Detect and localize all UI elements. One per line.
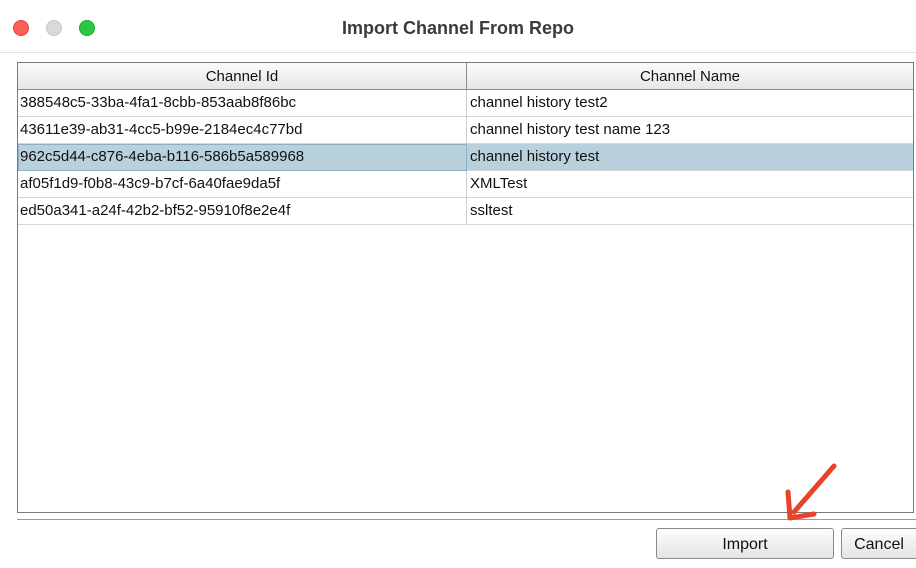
table-body: 388548c5-33ba-4fa1-8cbb-853aab8f86bc cha…	[18, 90, 913, 225]
cancel-button[interactable]: Cancel	[841, 528, 916, 559]
import-button[interactable]: Import	[656, 528, 834, 559]
channel-id-cell[interactable]: ed50a341-a24f-42b2-bf52-95910f8e2e4f	[18, 198, 467, 225]
column-header-channel-name[interactable]: Channel Name	[467, 63, 913, 90]
channel-name-cell[interactable]: ssltest	[467, 198, 913, 225]
channel-name-cell[interactable]: channel history test name 123	[467, 117, 913, 144]
table-row[interactable]: 43611e39-ab31-4cc5-b99e-2184ec4c77bd cha…	[18, 117, 913, 144]
channel-id-cell[interactable]: 962c5d44-c876-4eba-b116-586b5a589968	[18, 144, 467, 171]
table-row-selected[interactable]: 962c5d44-c876-4eba-b116-586b5a589968 cha…	[18, 144, 913, 171]
table-row[interactable]: 388548c5-33ba-4fa1-8cbb-853aab8f86bc cha…	[18, 90, 913, 117]
window-title: Import Channel From Repo	[341, 18, 574, 38]
channels-table: Channel Id Channel Name 388548c5-33ba-4f…	[17, 62, 914, 513]
channel-id-cell[interactable]: 43611e39-ab31-4cc5-b99e-2184ec4c77bd	[18, 117, 467, 144]
channel-id-cell[interactable]: af05f1d9-f0b8-43c9-b7cf-6a40fae9da5f	[18, 171, 467, 198]
red-arrow-icon	[785, 463, 837, 521]
channel-name-cell[interactable]: channel history test	[467, 144, 913, 171]
channel-name-cell[interactable]: channel history test2	[467, 90, 913, 117]
column-header-channel-id[interactable]: Channel Id	[18, 63, 467, 90]
table-header: Channel Id Channel Name	[18, 63, 913, 90]
channel-name-cell[interactable]: XMLTest	[467, 171, 913, 198]
channel-id-cell[interactable]: 388548c5-33ba-4fa1-8cbb-853aab8f86bc	[18, 90, 467, 117]
table-row[interactable]: af05f1d9-f0b8-43c9-b7cf-6a40fae9da5f XML…	[18, 171, 913, 198]
table-row[interactable]: ed50a341-a24f-42b2-bf52-95910f8e2e4f ssl…	[18, 198, 913, 225]
title-bar: Import Channel From Repo	[0, 0, 916, 53]
